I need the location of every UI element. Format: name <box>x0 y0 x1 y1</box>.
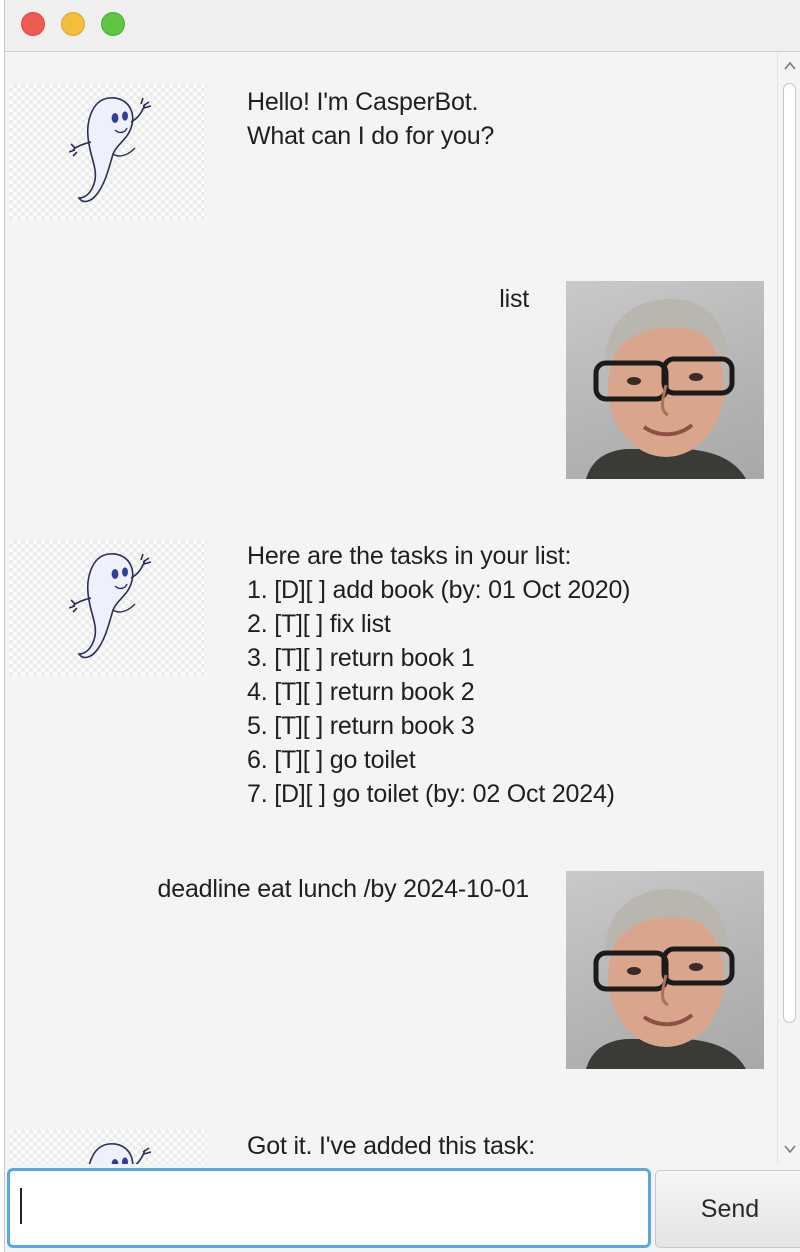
vertical-scrollbar[interactable] <box>777 53 800 1164</box>
ghost-icon <box>88 1143 152 1164</box>
ghost-icon <box>69 97 152 203</box>
minimize-window-button[interactable] <box>61 12 85 36</box>
user-photo <box>586 889 746 1069</box>
user-message-text: list <box>499 285 529 313</box>
scroll-down-icon[interactable] <box>783 1142 797 1156</box>
input-bar: Send <box>5 1164 800 1252</box>
message-input[interactable] <box>7 1168 651 1248</box>
bot-message-text: Got it. I've added this task: <box>247 1132 536 1160</box>
scroll-thumb[interactable] <box>783 83 796 1023</box>
user-photo <box>586 299 746 479</box>
bot-avatar <box>9 1130 207 1164</box>
bot-message-text: Hello! I'm CasperBot. What can I do for … <box>247 88 495 150</box>
send-button[interactable]: Send <box>655 1170 800 1248</box>
text-caret <box>20 1188 22 1224</box>
bot-avatar <box>9 84 207 220</box>
bot-message-text: Here are the tasks in your list: 1. [D][… <box>247 542 631 808</box>
scroll-up-icon[interactable] <box>783 59 797 73</box>
user-avatar <box>566 871 764 1069</box>
app-window: Hello! I'm CasperBot. What can I do for … <box>4 0 800 1252</box>
bot-avatar <box>9 540 207 676</box>
user-avatar <box>566 281 764 479</box>
chat-scroll-pane[interactable]: Hello! I'm CasperBot. What can I do for … <box>5 53 777 1164</box>
user-message-text: deadline eat lunch /by 2024-10-01 <box>157 875 530 903</box>
ghost-icon <box>69 553 152 659</box>
close-window-button[interactable] <box>21 12 45 36</box>
title-bar <box>5 0 800 52</box>
maximize-window-button[interactable] <box>101 12 125 36</box>
